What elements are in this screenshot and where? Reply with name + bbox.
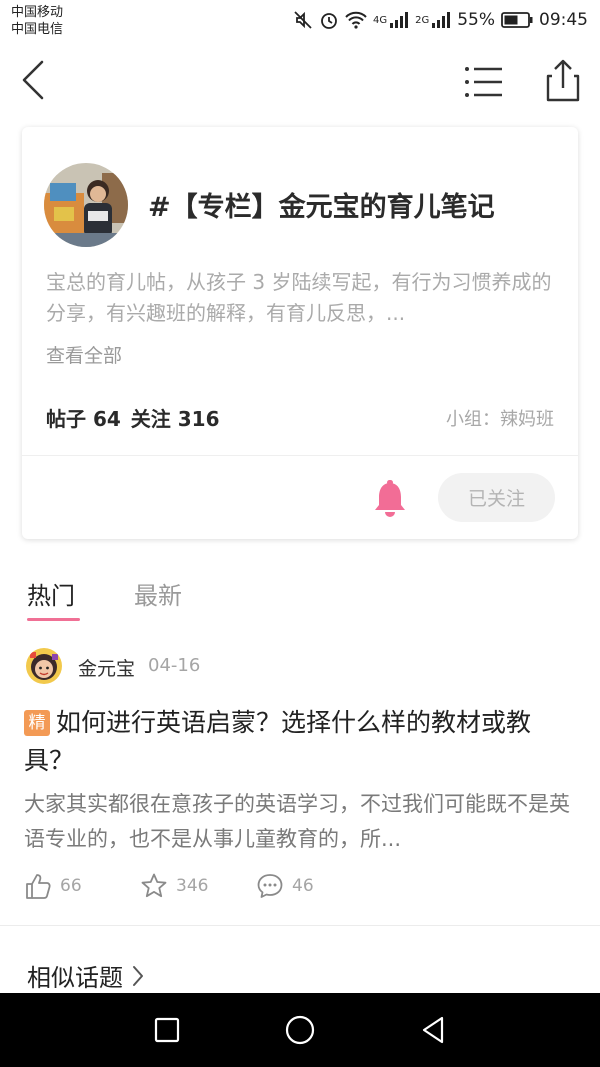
menu-list-button[interactable] <box>462 62 506 102</box>
home-circle-icon <box>285 1015 315 1045</box>
tab-hot[interactable]: 热门 <box>27 576 75 611</box>
similar-topics-link[interactable]: 相似话题 <box>27 958 145 993</box>
star-icon <box>141 873 167 898</box>
followed-button[interactable]: 已关注 <box>438 473 555 522</box>
divider <box>22 455 578 456</box>
clock: 09:45 <box>539 10 588 30</box>
follow-count: 关注 316 <box>130 407 220 431</box>
topic-avatar[interactable] <box>44 163 128 247</box>
post-date: 04-16 <box>148 655 201 676</box>
featured-badge: 精 <box>24 710 50 736</box>
author-name[interactable]: 金元宝 <box>78 654 135 681</box>
comment-count: 46 <box>292 876 314 896</box>
alarm-icon <box>319 10 339 30</box>
comment-button[interactable]: 46 <box>256 872 314 900</box>
wifi-icon <box>345 11 367 29</box>
back-triangle-icon <box>422 1016 444 1044</box>
active-tab-indicator <box>27 618 80 621</box>
bell-icon <box>375 480 405 517</box>
network-2-label: 2G <box>415 14 430 26</box>
like-count: 66 <box>60 876 82 896</box>
network-1-label: 4G <box>372 14 388 26</box>
topic-card: #【专栏】金元宝的育儿笔记 宝总的育儿帖，从孩子 3 岁陆续写起，有行为习惯养成… <box>22 127 578 539</box>
status-bar: 中国移动 中国电信 4G 2G 55% 09:45 <box>0 0 600 40</box>
share-icon <box>546 59 580 102</box>
like-button[interactable]: 66 <box>24 872 82 900</box>
carrier-1: 中国移动 <box>11 5 64 20</box>
recents-button[interactable] <box>150 1013 184 1047</box>
topic-stats: 帖子 64 关注 316 <box>46 403 220 432</box>
comment-icon <box>257 874 283 898</box>
post-count: 帖子 64 <box>46 407 121 431</box>
system-nav-bar <box>0 993 600 1067</box>
mute-icon <box>293 10 313 30</box>
system-back-button[interactable] <box>416 1013 450 1047</box>
recents-square-icon <box>154 1017 180 1043</box>
notification-bell-button[interactable] <box>372 479 408 519</box>
list-icon <box>465 67 502 97</box>
thumbs-up-icon <box>26 874 51 899</box>
author-avatar[interactable] <box>26 648 62 684</box>
carrier-info: 中国移动 中国电信 <box>11 4 63 38</box>
post-actions: 66 346 46 <box>24 872 584 906</box>
share-button[interactable] <box>540 56 584 104</box>
topic-title: #【专栏】金元宝的育儿笔记 <box>148 192 495 223</box>
divider <box>0 925 600 926</box>
top-nav <box>0 50 600 112</box>
tab-new[interactable]: 最新 <box>134 576 182 611</box>
post-title-text: 如何进行英语启蒙？选择什么样的教材或教具？ <box>24 708 532 775</box>
status-icons: 4G 2G 55% 09:45 <box>293 8 588 32</box>
group-link[interactable]: 小组：辣妈班 <box>446 405 554 431</box>
post-title[interactable]: 精如何进行英语启蒙？选择什么样的教材或教具？ <box>24 704 580 780</box>
back-button[interactable] <box>16 56 52 104</box>
signal-icon <box>389 11 409 29</box>
home-button[interactable] <box>283 1013 317 1047</box>
favorite-count: 346 <box>176 876 209 896</box>
favorite-button[interactable]: 346 <box>140 872 208 900</box>
carrier-2: 中国电信 <box>11 22 64 37</box>
feed-tabs: 热门 最新 <box>0 566 600 626</box>
view-all-link[interactable]: 查看全部 <box>46 341 122 368</box>
battery-icon <box>501 12 533 28</box>
battery-percent: 55% <box>457 10 495 30</box>
back-arrow-icon <box>22 60 44 100</box>
similar-topics-label: 相似话题 <box>27 964 123 992</box>
topic-description: 宝总的育儿帖，从孩子 3 岁陆续写起，有行为习惯养成的分享，有兴趣班的解释，有育… <box>46 270 552 325</box>
post-excerpt[interactable]: 大家其实都很在意孩子的英语学习，不过我们可能既不是英语专业的，也不是从事儿童教育… <box>24 787 580 857</box>
signal-icon-2 <box>431 11 451 29</box>
chevron-right-icon <box>133 965 143 986</box>
